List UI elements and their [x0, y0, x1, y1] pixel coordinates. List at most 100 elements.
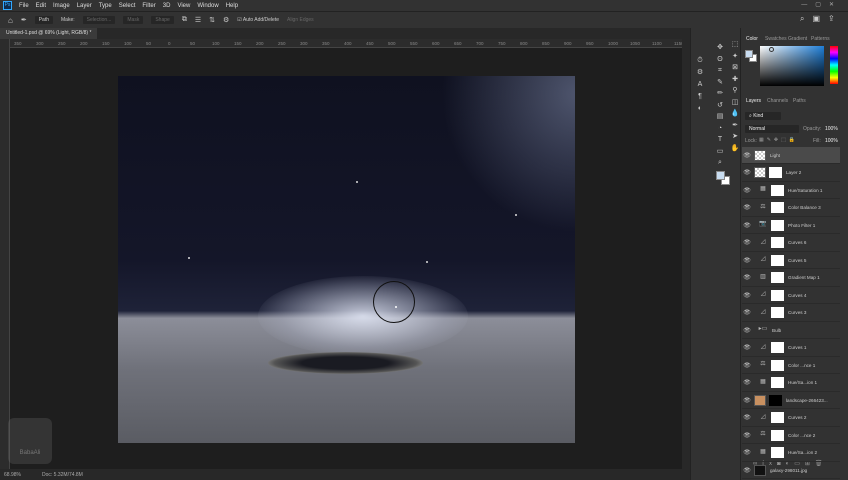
marquee-tool-icon[interactable]: ⬚ — [730, 40, 740, 50]
color-picker-cursor[interactable] — [769, 47, 774, 52]
layer-row[interactable]: 👁 ▥ Gradient Map 1 — [742, 270, 840, 287]
lock-icons[interactable]: ▦✎✥⬚🔒 — [759, 137, 798, 143]
properties-panel-icon[interactable]: ⚙ — [695, 68, 705, 78]
layer-row[interactable]: 👁 ▸▭ Bulb — [742, 322, 840, 339]
layer-row[interactable]: 👁 ▦ Hue/Saturation 1 — [742, 182, 840, 199]
pen-tool-icon[interactable]: ✒ — [21, 16, 27, 24]
color-picker-field[interactable] — [760, 46, 824, 86]
adjustments-panel-icon[interactable]: ◐ — [695, 104, 705, 114]
layer-row[interactable]: 👁 ◿ Curves 3 — [742, 305, 840, 322]
opacity-input[interactable]: 100% — [825, 126, 838, 132]
path-operations-icon[interactable]: ⧉ — [182, 16, 187, 24]
layer-row[interactable]: 👁 ⚖ Color ...nce 2 — [742, 427, 840, 444]
path-alignment-icon[interactable]: ☰ — [195, 16, 201, 24]
visibility-eye-icon[interactable]: 👁 — [742, 309, 752, 316]
layer-row[interactable]: 👁 Layer 2 — [742, 165, 840, 182]
hand-tool-icon[interactable]: ✋ — [730, 144, 740, 154]
healing-tool-icon[interactable]: ✚ — [730, 75, 740, 85]
gradient-tool-icon[interactable]: ▤ — [715, 112, 725, 122]
visibility-eye-icon[interactable]: 👁 — [742, 152, 752, 159]
visibility-eye-icon[interactable]: 👁 — [742, 257, 752, 264]
magic-wand-tool-icon[interactable]: ✦ — [730, 52, 740, 62]
lasso-tool-icon[interactable]: ʘ — [715, 55, 725, 65]
visibility-eye-icon[interactable]: 👁 — [742, 397, 752, 404]
layer-row[interactable]: 👁 ▦ Hue/Sa...ion 1 — [742, 375, 840, 392]
crop-tool-icon[interactable]: ⌗ — [715, 66, 725, 76]
tab-color[interactable]: Color — [746, 36, 758, 42]
menu-edit[interactable]: Edit — [36, 3, 46, 9]
layer-row[interactable]: 👁 ◿ Curves 1 — [742, 340, 840, 357]
menu-layer[interactable]: Layer — [77, 3, 92, 9]
document-tab[interactable]: Untitled-1.psd @ 69% (Light, RGB/8) * — [0, 28, 98, 39]
history-brush-tool-icon[interactable]: ↺ — [715, 101, 725, 111]
tab-gradient[interactable]: Gradient — [788, 36, 807, 42]
share-icon[interactable]: ⇪ — [828, 14, 835, 24]
search-icon[interactable]: ⌕ — [800, 14, 804, 24]
filter-kind-select[interactable]: ⌕ Kind — [745, 112, 781, 120]
tab-layers[interactable]: Layers — [746, 98, 761, 104]
document-canvas[interactable] — [118, 76, 575, 443]
auto-add-delete-checkbox[interactable]: ☑ Auto Add/Delete — [237, 17, 279, 23]
visibility-eye-icon[interactable]: 👁 — [742, 327, 752, 334]
visibility-eye-icon[interactable]: 👁 — [742, 432, 752, 439]
foreground-color-swatch[interactable] — [745, 50, 753, 58]
visibility-eye-icon[interactable]: 👁 — [742, 292, 752, 299]
home-icon[interactable]: ⌂ — [8, 16, 13, 25]
zoom-tool-icon[interactable]: ⌕ — [715, 158, 725, 168]
hue-slider[interactable] — [830, 46, 838, 84]
toolbar-foreground-swatch[interactable] — [716, 171, 725, 180]
blend-mode-select[interactable]: Normal — [745, 125, 799, 133]
visibility-eye-icon[interactable]: 👁 — [742, 467, 752, 474]
visibility-eye-icon[interactable]: 👁 — [742, 222, 752, 229]
menu-view[interactable]: View — [177, 3, 190, 9]
menu-help[interactable]: Help — [226, 3, 238, 9]
layer-row[interactable]: 👁 ⚖ Color ...nce 1 — [742, 357, 840, 374]
brush-tool-icon[interactable]: ✏ — [715, 89, 725, 99]
window-controls[interactable]: —▢✕ — [801, 1, 842, 8]
layer-row[interactable]: 👁 ▦ Hue/Sa...ion 2 — [742, 445, 840, 462]
menu-filter[interactable]: Filter — [142, 3, 155, 9]
menu-3d[interactable]: 3D — [163, 3, 171, 9]
layer-row[interactable]: 👁 ◿ Curves 4 — [742, 287, 840, 304]
layer-row[interactable]: 👁 📷 Photo Filter 1 — [742, 217, 840, 234]
visibility-eye-icon[interactable]: 👁 — [742, 362, 752, 369]
menu-select[interactable]: Select — [119, 3, 136, 9]
layer-row[interactable]: 👁 landscape-266423... — [742, 392, 840, 409]
menu-type[interactable]: Type — [99, 3, 112, 9]
blur-tool-icon[interactable]: 💧 — [730, 109, 740, 119]
layer-row[interactable]: 👁 galaxy-298011.jpg — [742, 462, 840, 479]
visibility-eye-icon[interactable]: 👁 — [742, 169, 752, 176]
gear-icon[interactable]: ⚙ — [223, 16, 229, 24]
rectangle-tool-icon[interactable]: ▭ — [715, 147, 725, 157]
visibility-eye-icon[interactable]: 👁 — [742, 274, 752, 281]
tab-swatches[interactable]: Swatches — [765, 36, 787, 42]
visibility-eye-icon[interactable]: 👁 — [742, 187, 752, 194]
layer-row[interactable]: 👁 ◿ Curves 6 — [742, 235, 840, 252]
align-edges-checkbox[interactable]: Align Edges — [287, 17, 314, 23]
visibility-eye-icon[interactable]: 👁 — [742, 449, 752, 456]
stamp-tool-icon[interactable]: ⚲ — [730, 86, 740, 96]
workspace-icon[interactable]: ▣ — [812, 14, 820, 24]
layer-row[interactable]: 👁 ◿ Curves 2 — [742, 410, 840, 427]
visibility-eye-icon[interactable]: 👁 — [742, 379, 752, 386]
eyedropper-tool-icon[interactable]: ✎ — [715, 78, 725, 88]
move-tool-icon[interactable]: ✥ — [715, 43, 725, 53]
tab-patterns[interactable]: Patterns — [811, 36, 830, 42]
layer-row[interactable]: 👁 ⚖ Color Balance 3 — [742, 200, 840, 217]
visibility-eye-icon[interactable]: 👁 — [742, 414, 752, 421]
path-arrangement-icon[interactable]: ⇅ — [209, 16, 215, 24]
menu-image[interactable]: Image — [53, 3, 70, 9]
type-tool-icon[interactable]: T — [715, 135, 725, 145]
dodge-tool-icon[interactable]: ◔ — [715, 124, 725, 134]
character-panel-icon[interactable]: A — [695, 80, 705, 90]
layer-row[interactable]: 👁 Light — [742, 147, 840, 164]
pen-tool-icon[interactable]: ✒ — [730, 121, 740, 131]
frame-tool-icon[interactable]: ⊠ — [730, 63, 740, 73]
shape-button[interactable]: Shape — [151, 16, 174, 24]
tab-channels[interactable]: Channels — [767, 98, 788, 104]
layer-row[interactable]: 👁 ◿ Curves 5 — [742, 252, 840, 269]
fill-input[interactable]: 100% — [825, 138, 838, 144]
mask-button[interactable]: Mask — [123, 16, 144, 24]
zoom-level[interactable]: 68.98% — [4, 472, 21, 478]
history-panel-icon[interactable]: ⏱ — [695, 56, 705, 66]
